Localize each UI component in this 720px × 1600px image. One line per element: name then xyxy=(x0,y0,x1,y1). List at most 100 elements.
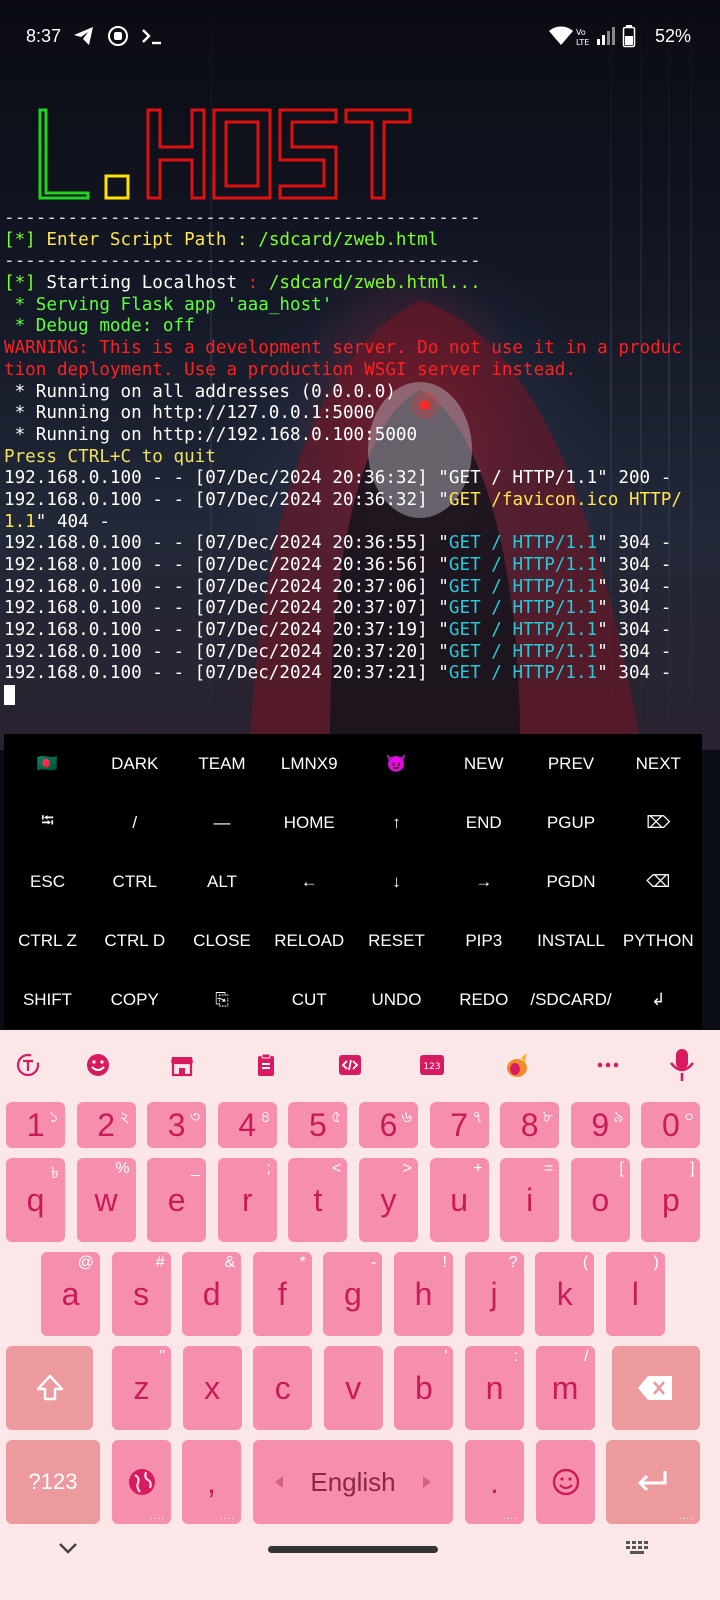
terminal-prompt-line[interactable] xyxy=(4,685,720,707)
extra-key[interactable]: — xyxy=(179,793,266,852)
extra-key[interactable]: HOME xyxy=(266,793,353,852)
extra-key[interactable]: REDO xyxy=(440,970,527,1029)
key-o[interactable]: o[ xyxy=(570,1158,630,1242)
key-k[interactable]: k( xyxy=(535,1252,595,1336)
keyboard-switch-icon[interactable] xyxy=(624,1538,652,1562)
key-9[interactable]: 9৯ xyxy=(570,1102,630,1148)
key-p[interactable]: p] xyxy=(641,1158,701,1242)
extra-key[interactable]: ⌫ xyxy=(615,852,702,911)
extra-key[interactable]: ↓ xyxy=(353,852,440,911)
extra-key[interactable]: → xyxy=(440,852,527,911)
clipboard-icon[interactable] xyxy=(246,1048,286,1082)
extra-key[interactable]: ESC xyxy=(4,852,91,911)
key-j[interactable]: j? xyxy=(464,1252,524,1336)
key-z[interactable]: z " xyxy=(112,1346,171,1430)
extra-key[interactable]: PREV xyxy=(528,734,615,793)
extra-key[interactable]: ↑ xyxy=(353,793,440,852)
key-b[interactable]: b ' xyxy=(394,1346,454,1430)
key-r[interactable]: r; xyxy=(217,1158,277,1242)
key-4[interactable]: 4৪ xyxy=(217,1102,277,1148)
extra-key[interactable]: UNDO xyxy=(353,970,440,1029)
key-d[interactable]: d & xyxy=(182,1252,242,1336)
emoji-key[interactable] xyxy=(536,1440,595,1524)
extra-key[interactable]: / xyxy=(91,793,178,852)
extra-key[interactable]: /SDCARD/ xyxy=(528,970,615,1029)
store-icon[interactable] xyxy=(162,1048,202,1082)
extra-key[interactable]: CTRL D xyxy=(91,911,178,970)
key-0[interactable]: 0০ xyxy=(641,1102,701,1148)
backspace-key[interactable] xyxy=(612,1346,700,1430)
key-f[interactable]: f * xyxy=(252,1252,312,1336)
extra-key[interactable]: 😈 xyxy=(353,734,440,793)
extra-key[interactable]: ⎘ xyxy=(179,970,266,1029)
terminal-output[interactable]: ----------------------------------------… xyxy=(4,208,720,707)
extra-key[interactable]: INSTALL xyxy=(528,911,615,970)
sticker-icon[interactable] xyxy=(498,1048,538,1082)
enter-key[interactable]: .... xyxy=(606,1440,700,1524)
extra-key[interactable]: NEXT xyxy=(615,734,702,793)
extra-key[interactable]: ⭾ xyxy=(4,793,91,852)
key-l[interactable]: l) xyxy=(605,1252,665,1336)
key-e[interactable]: e _ xyxy=(147,1158,207,1242)
mic-icon[interactable] xyxy=(662,1048,702,1082)
key-x[interactable]: x xyxy=(182,1346,242,1430)
shift-key[interactable] xyxy=(6,1346,93,1430)
key-v[interactable]: v xyxy=(323,1346,383,1430)
text-tool-icon[interactable] xyxy=(8,1048,48,1082)
extra-key[interactable]: PYTHON xyxy=(615,911,702,970)
key-t[interactable]: t < xyxy=(288,1158,348,1242)
key-7[interactable]: 7৭ xyxy=(429,1102,489,1148)
more-icon[interactable] xyxy=(588,1048,628,1082)
code-icon[interactable] xyxy=(330,1048,370,1082)
extra-key[interactable]: PIP3 xyxy=(440,911,527,970)
gesture-nav-handle[interactable] xyxy=(268,1546,438,1553)
key-n[interactable]: n: xyxy=(465,1346,524,1430)
key-1[interactable]: 1১ xyxy=(6,1102,65,1148)
extra-key[interactable]: PGUP xyxy=(528,793,615,852)
key-c[interactable]: c xyxy=(253,1346,313,1430)
hide-keyboard-chevron-icon[interactable] xyxy=(56,1538,80,1562)
key-a[interactable]: a @ xyxy=(41,1252,100,1336)
language-key[interactable]: .... xyxy=(112,1440,171,1524)
extra-key[interactable]: CTRL Z xyxy=(4,911,91,970)
symbols-key[interactable]: ?123 xyxy=(6,1440,100,1524)
key-3[interactable]: 3৩ xyxy=(147,1102,207,1148)
extra-key[interactable]: TEAM xyxy=(179,734,266,793)
key-h[interactable]: h! xyxy=(394,1252,453,1336)
period-key[interactable]: ..... xyxy=(465,1440,524,1524)
space-bar[interactable]: English xyxy=(253,1440,453,1524)
extra-key[interactable]: 🇧🇩 xyxy=(4,734,91,793)
extra-key[interactable]: CLOSE xyxy=(179,911,266,970)
extra-key[interactable]: ↲ xyxy=(615,970,702,1029)
numpad-icon[interactable]: 123 xyxy=(412,1048,452,1082)
key-i[interactable]: i = xyxy=(500,1158,560,1242)
key-2[interactable]: 2২ xyxy=(76,1102,136,1148)
extra-key[interactable]: CUT xyxy=(266,970,353,1029)
key-s[interactable]: s # xyxy=(111,1252,171,1336)
extra-key[interactable]: NEW xyxy=(440,734,527,793)
extra-key[interactable]: RESET xyxy=(353,911,440,970)
extra-key[interactable]: DARK xyxy=(91,734,178,793)
extra-key[interactable]: COPY xyxy=(91,970,178,1029)
extra-key[interactable]: ← xyxy=(266,852,353,911)
extra-key[interactable]: SHIFT xyxy=(4,970,91,1029)
extra-key[interactable]: RELOAD xyxy=(266,911,353,970)
key-y[interactable]: y > xyxy=(359,1158,418,1242)
key-6[interactable]: 6৬ xyxy=(359,1102,418,1148)
key-u[interactable]: u + xyxy=(429,1158,489,1242)
emoji-icon[interactable] xyxy=(78,1048,118,1082)
key-q[interactable]: q ৳ xyxy=(6,1158,65,1242)
key-g[interactable]: g- xyxy=(323,1252,383,1336)
extra-key[interactable]: PGDN xyxy=(528,852,615,911)
key-m[interactable]: m / xyxy=(535,1346,595,1430)
comma-key[interactable]: ,.... xyxy=(182,1440,241,1524)
key-w[interactable]: w% xyxy=(76,1158,136,1242)
key-8[interactable]: 8৮ xyxy=(500,1102,560,1148)
key-5[interactable]: 5৫ xyxy=(288,1102,348,1148)
extra-key[interactable]: END xyxy=(440,793,527,852)
extra-key[interactable]: CTRL xyxy=(91,852,178,911)
extra-key[interactable]: ⌦ xyxy=(615,793,702,852)
extra-key[interactable]: ALT xyxy=(179,852,266,911)
extra-key[interactable]: LMNX9 xyxy=(266,734,353,793)
terminal-text: Starting Localhost xyxy=(35,273,248,294)
